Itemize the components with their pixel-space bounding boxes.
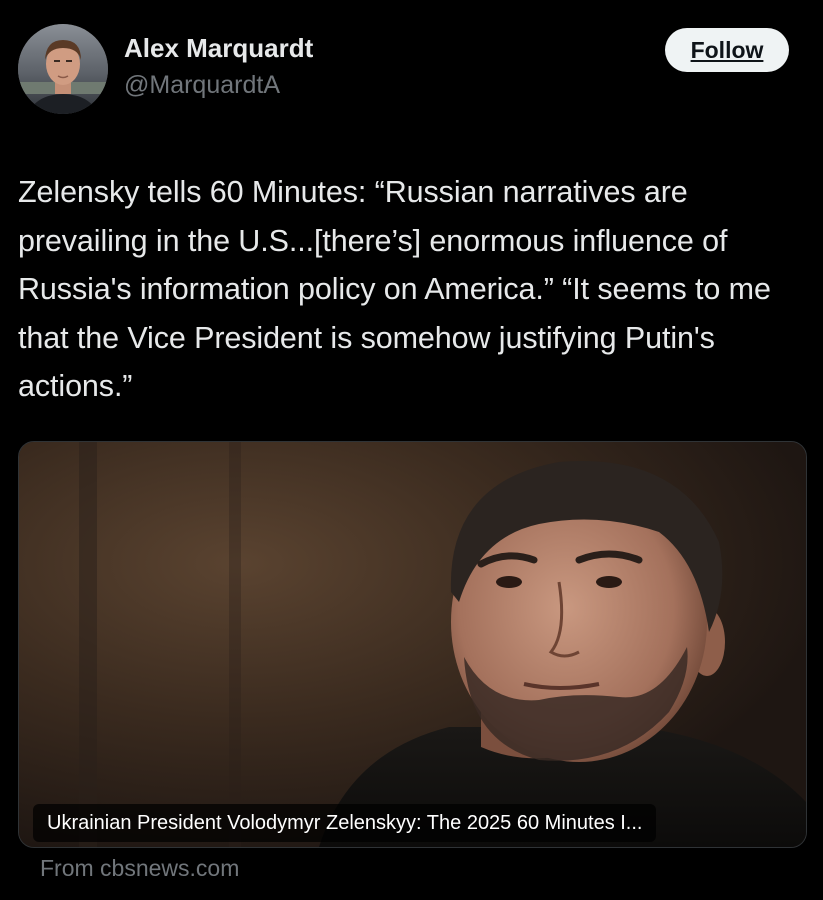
media-thumbnail-image [19, 442, 806, 847]
media-caption: Ukrainian President Volodymyr Zelenskyy:… [33, 804, 657, 842]
author-name[interactable]: Alex Marquardt [124, 33, 313, 64]
media-card[interactable]: Ukrainian President Volodymyr Zelenskyy:… [18, 441, 807, 848]
author-handle[interactable]: @MarquardtA [124, 71, 280, 100]
follow-button[interactable]: Follow [665, 28, 789, 72]
tweet-text: Zelensky tells 60 Minutes: “Russian narr… [18, 175, 771, 403]
avatar-image [18, 24, 108, 114]
tweet-header: Alex Marquardt @MarquardtA Follow [0, 0, 823, 130]
author-avatar[interactable] [18, 24, 108, 114]
source-link[interactable]: From cbsnews.com [40, 855, 239, 882]
